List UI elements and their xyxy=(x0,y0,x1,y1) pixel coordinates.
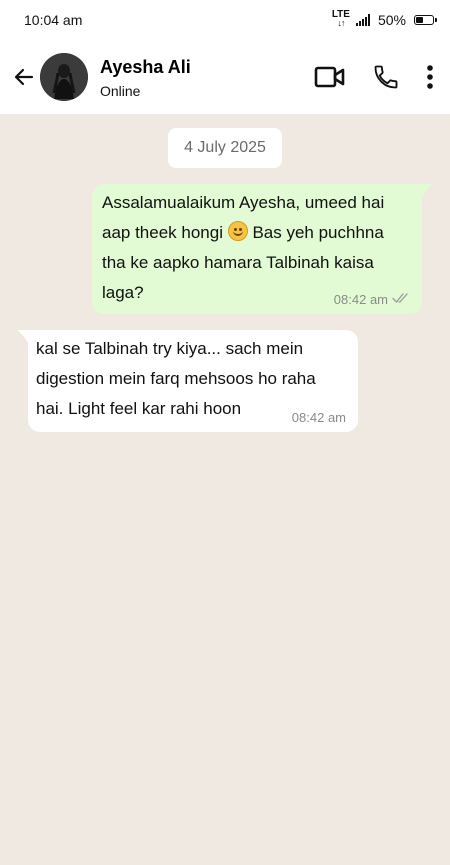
contact-info[interactable]: Ayesha Ali Online xyxy=(100,55,314,99)
video-call-icon[interactable] xyxy=(314,65,346,89)
date-separator: 4 July 2025 xyxy=(168,128,282,168)
status-time: 10:04 am xyxy=(24,12,83,28)
message-time: 08:42 am xyxy=(333,292,388,307)
message-bubble-incoming[interactable]: kal se Talbinah try kiya... sach mein di… xyxy=(18,330,358,432)
message-bubble-outgoing[interactable]: Assalamualaikum Ayesha, umeed hai aap th… xyxy=(92,184,432,314)
chat-header: Ayesha Ali Online xyxy=(0,40,450,114)
phone-icon[interactable] xyxy=(372,63,400,91)
back-arrow-icon[interactable] xyxy=(10,63,38,91)
more-vertical-icon[interactable] xyxy=(426,64,434,90)
contact-status: Online xyxy=(100,83,141,99)
double-check-icon xyxy=(392,292,410,308)
smiling-face-emoji xyxy=(227,221,248,241)
status-bar: 10:04 am LTE ↓↑ 50% xyxy=(0,0,450,40)
signal-icon xyxy=(355,14,370,26)
contact-name: Ayesha Ali xyxy=(100,57,191,77)
message-meta: 08:42 am xyxy=(292,410,346,426)
message-time: 08:42 am xyxy=(291,410,346,425)
header-actions xyxy=(314,63,438,91)
avatar[interactable] xyxy=(40,53,88,101)
lte-icon: LTE ↓↑ xyxy=(331,9,350,28)
message-text: Assalamualaikum Ayesha, umeed hai aap th… xyxy=(102,193,385,302)
status-icons: LTE ↓↑ 50% xyxy=(331,9,437,28)
battery-percent: 50% xyxy=(377,12,406,28)
message-meta: 08:42 am xyxy=(334,292,410,308)
battery-icon xyxy=(414,15,437,25)
